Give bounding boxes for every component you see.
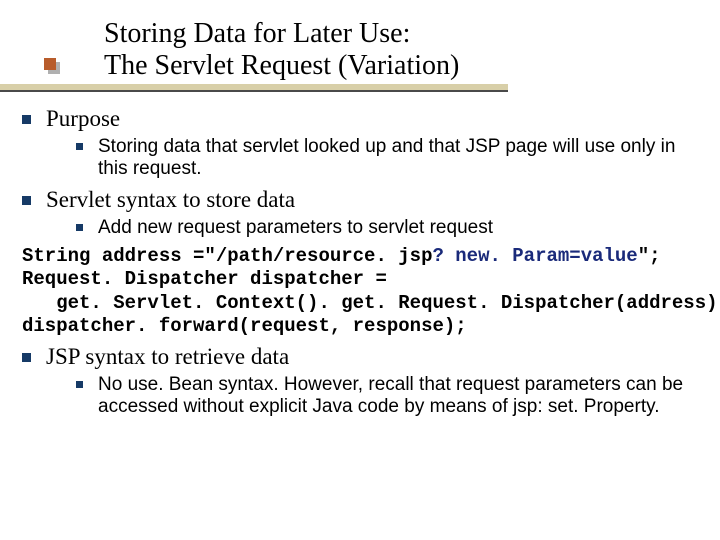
code-line-1a: String address ="/path/resource. jsp xyxy=(22,245,432,267)
slide: Storing Data for Later Use: The Servlet … xyxy=(0,0,720,540)
code-line-2: Request. Dispatcher dispatcher = xyxy=(22,268,387,290)
underline-dark xyxy=(0,90,508,92)
point-purpose: Storing data that servlet looked up and … xyxy=(76,136,698,181)
code-line-1c: "; xyxy=(638,245,661,267)
title-accent-square xyxy=(44,58,56,70)
code-line-3: get. Servlet. Context(). get. Request. D… xyxy=(22,292,720,314)
code-block: String address ="/path/resource. jsp? ne… xyxy=(22,245,708,338)
heading-purpose: Purpose xyxy=(22,106,708,132)
heading-servlet-syntax: Servlet syntax to store data xyxy=(22,187,708,213)
code-line-1b: ? new. Param=value xyxy=(432,245,637,267)
point-jsp-syntax: No use. Bean syntax. However, recall tha… xyxy=(76,374,698,419)
title-line-2: The Servlet Request (Variation) xyxy=(104,50,692,82)
title-underline xyxy=(0,84,508,94)
code-line-4: dispatcher. forward(request, response); xyxy=(22,315,467,337)
slide-title: Storing Data for Later Use: The Servlet … xyxy=(104,18,692,88)
heading-jsp-syntax: JSP syntax to retrieve data xyxy=(22,344,708,370)
title-line-1: Storing Data for Later Use: xyxy=(104,18,692,50)
point-servlet-syntax: Add new request parameters to servlet re… xyxy=(76,217,698,239)
slide-body: Purpose Storing data that servlet looked… xyxy=(22,102,708,425)
